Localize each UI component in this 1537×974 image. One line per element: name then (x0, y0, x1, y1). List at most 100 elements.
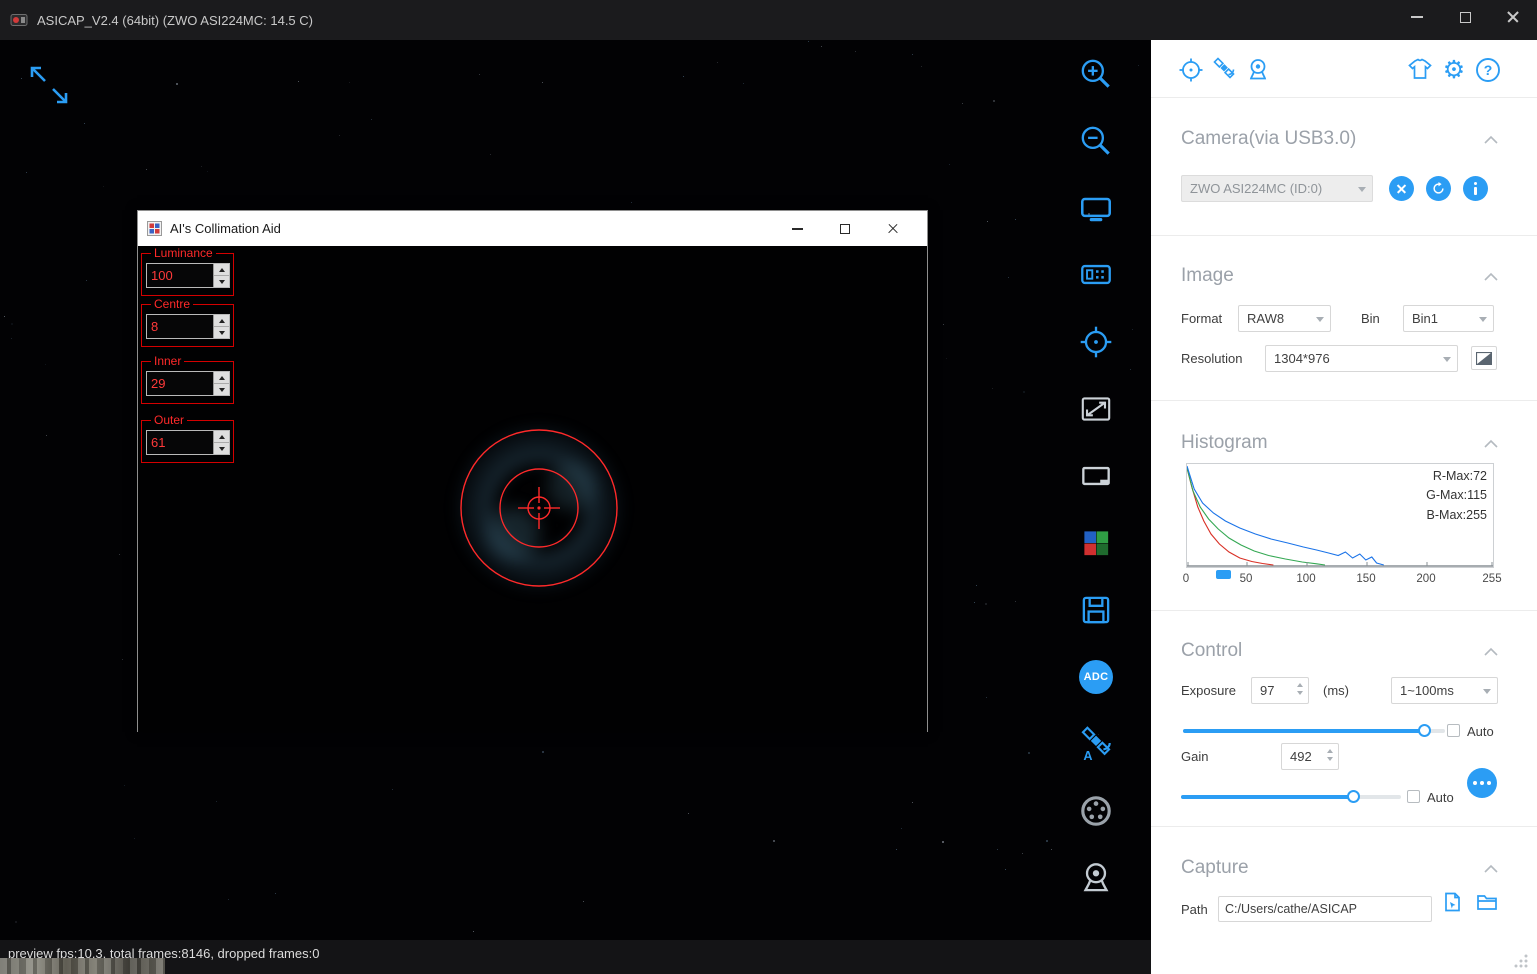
histogram-level-marker[interactable] (1216, 570, 1231, 579)
camera-select[interactable]: ZWO ASI224MC (ID:0) (1181, 175, 1373, 202)
bin-label: Bin (1361, 311, 1380, 326)
open-file-icon[interactable] (1439, 888, 1467, 916)
satellite-icon[interactable] (1210, 56, 1238, 84)
fit-scale-icon[interactable] (1074, 389, 1118, 429)
focus-assist-icon[interactable] (1177, 56, 1205, 84)
refresh-icon (1431, 181, 1446, 196)
gain-auto-label: Auto (1427, 790, 1454, 805)
collimation-titlebar[interactable]: AI's Collimation Aid (138, 211, 927, 246)
svg-text:A: A (1083, 749, 1092, 763)
inner-spinner[interactable] (213, 372, 229, 395)
resolution-label: Resolution (1181, 351, 1242, 366)
telescope-satellite-icon[interactable]: A (1074, 724, 1118, 764)
gain-slider-handle[interactable] (1347, 790, 1360, 803)
luminance-input[interactable]: 100 (146, 263, 230, 288)
path-input[interactable] (1218, 896, 1432, 922)
gain-label: Gain (1181, 749, 1208, 764)
bin-select-value: Bin1 (1412, 311, 1438, 326)
centre-input[interactable]: 8 (146, 314, 230, 339)
control-section-title: Control (1181, 640, 1242, 662)
collimation-circles-overlay (138, 246, 927, 732)
resolution-adjust-button[interactable] (1471, 346, 1497, 370)
format-select[interactable]: RAW8 (1238, 305, 1331, 332)
centre-group: Centre 8 (141, 304, 234, 347)
minimize-button[interactable] (1393, 0, 1441, 34)
exposure-range-select[interactable]: 1~100ms (1391, 677, 1498, 704)
outer-group: Outer 61 (141, 420, 234, 463)
exposure-slider-handle[interactable] (1418, 724, 1431, 737)
info-icon (1474, 182, 1478, 195)
luminance-label: Luminance (151, 246, 216, 260)
resolution-select[interactable]: 1304*976 (1265, 345, 1458, 372)
luminance-value: 100 (147, 268, 213, 283)
collimation-minimize-button[interactable] (773, 211, 821, 246)
histogram-section-title: Histogram (1181, 432, 1268, 454)
maximize-button[interactable] (1441, 0, 1489, 34)
camera-collapse-icon[interactable] (1483, 135, 1499, 145)
exposure-slider[interactable] (1183, 729, 1445, 733)
inner-group: Inner 29 (141, 361, 234, 404)
taskbar-thumbnail[interactable] (0, 958, 165, 974)
close-button[interactable] (1489, 0, 1537, 34)
camera-refresh-button[interactable] (1426, 176, 1451, 201)
outer-spinner[interactable] (213, 431, 229, 454)
roi-icon[interactable] (1074, 456, 1118, 496)
zoom-out-icon[interactable] (1074, 121, 1118, 161)
centre-spinner[interactable] (213, 315, 229, 338)
capture-collapse-icon[interactable] (1483, 864, 1499, 874)
asicap-window: ASICAP_V2.4 (64bit) (ZWO ASI224MC: 14.5 … (0, 0, 1537, 974)
camera-icon[interactable] (1074, 858, 1118, 898)
outer-label: Outer (151, 413, 187, 427)
resize-grip[interactable] (1512, 952, 1530, 970)
histogram-collapse-icon[interactable] (1483, 439, 1499, 449)
capture-section-title: Capture (1181, 857, 1249, 879)
collimation-window-icon (147, 221, 162, 236)
gain-auto-checkbox[interactable] (1407, 790, 1420, 803)
screen-layout-icon[interactable] (1074, 255, 1118, 295)
gain-spinner-arrows[interactable] (1327, 749, 1333, 761)
preview-area[interactable]: ADC A AI's Collimation Aid Luminance 100… (0, 40, 1151, 940)
bin-select[interactable]: Bin1 (1403, 305, 1494, 332)
side-panel: ⚙ ? Camera(via USB3.0) ZWO ASI224MC (ID:… (1151, 40, 1537, 974)
filter-wheel-icon[interactable] (1074, 791, 1118, 831)
camera-select-value: ZWO ASI224MC (ID:0) (1190, 181, 1322, 196)
zoom-in-icon[interactable] (1074, 54, 1118, 94)
camera-disconnect-button[interactable] (1389, 176, 1414, 201)
disconnect-x-icon (1396, 183, 1407, 194)
exposure-spinner[interactable]: 97 (1251, 677, 1309, 704)
titlebar[interactable]: ASICAP_V2.4 (64bit) (ZWO ASI224MC: 14.5 … (0, 0, 1537, 40)
open-folder-icon[interactable] (1473, 888, 1501, 916)
color-balance-icon[interactable] (1074, 523, 1118, 563)
resolution-adjust-icon (1476, 352, 1492, 365)
adc-button[interactable]: ADC (1074, 657, 1118, 697)
exposure-auto-checkbox[interactable] (1447, 724, 1460, 737)
image-collapse-icon[interactable] (1483, 272, 1499, 282)
exposure-spinner-arrows[interactable] (1297, 683, 1303, 695)
histogram-x-labels: 0 50 100 150 200 255 (1186, 573, 1494, 587)
camera-info-button[interactable] (1463, 176, 1488, 201)
theme-shirt-icon[interactable] (1406, 56, 1434, 84)
path-label: Path (1181, 902, 1208, 917)
collimation-maximize-button[interactable] (821, 211, 869, 246)
collimation-close-button[interactable] (869, 211, 917, 246)
exposure-auto-label: Auto (1467, 724, 1494, 739)
gain-slider[interactable] (1181, 795, 1401, 799)
help-icon[interactable]: ? (1474, 56, 1502, 84)
collimation-window[interactable]: AI's Collimation Aid Luminance 100 Centr… (137, 210, 928, 732)
save-icon[interactable] (1074, 590, 1118, 630)
collimation-close-icon (887, 223, 899, 235)
outer-input[interactable]: 61 (146, 430, 230, 455)
expand-fullscreen-icon[interactable] (26, 62, 72, 108)
histogram-tick-label: 0 (1183, 573, 1189, 585)
crosshair-icon[interactable] (1074, 322, 1118, 362)
gain-spinner[interactable]: 492 (1281, 743, 1339, 770)
control-collapse-icon[interactable] (1483, 647, 1499, 657)
webcam-icon[interactable] (1244, 56, 1272, 84)
fit-window-icon[interactable] (1074, 188, 1118, 228)
inner-value: 29 (147, 376, 213, 391)
more-controls-button[interactable] (1467, 768, 1497, 798)
luminance-spinner[interactable] (213, 264, 229, 287)
preview-toolbar: ADC A (1074, 54, 1118, 925)
inner-input[interactable]: 29 (146, 371, 230, 396)
gear-icon[interactable]: ⚙ (1440, 56, 1468, 84)
